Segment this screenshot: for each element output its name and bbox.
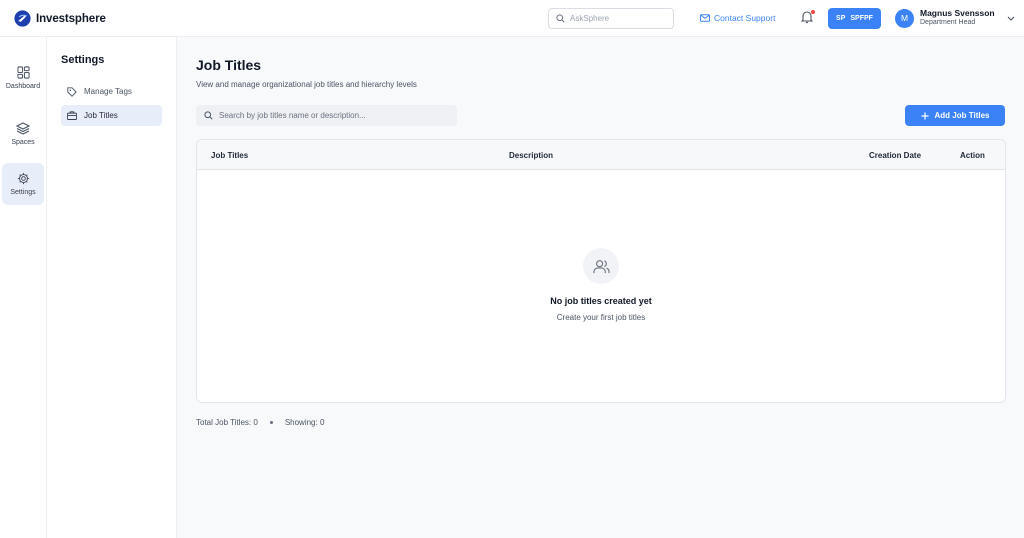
settings-item-label: Manage Tags: [84, 87, 132, 96]
showing-count: Showing: 0: [284, 418, 325, 427]
notification-dot: [811, 10, 815, 14]
rail-item-settings[interactable]: Settings: [2, 163, 44, 205]
job-titles-table: Job Titles Description Creation Date Act…: [196, 139, 1006, 403]
settings-title: Settings: [61, 54, 105, 66]
settings-item-label: Job Titles: [84, 111, 118, 120]
nav-rail: Dashboard Spaces Settings: [0, 37, 47, 538]
rail-label-dashboard: Dashboard: [5, 83, 41, 90]
grid-icon: [16, 66, 30, 79]
search-icon: [204, 111, 213, 120]
space-switcher-button[interactable]: SP SPFPF: [828, 8, 881, 29]
brand[interactable]: Investsphere: [14, 10, 106, 27]
main-content: Job Titles View and manage organizationa…: [177, 37, 1024, 538]
add-job-titles-button[interactable]: Add Job Titles: [905, 105, 1005, 126]
user-menu[interactable]: M Magnus Svensson Department Head: [895, 8, 1015, 28]
contact-support-label: Contact Support: [714, 13, 776, 23]
table-header: Job Titles Description Creation Date Act…: [197, 140, 1005, 170]
briefcase-icon: [67, 111, 77, 120]
rail-label-spaces: Spaces: [11, 139, 35, 146]
empty-state-subtitle: Create your first job titles: [556, 313, 646, 322]
tag-icon: [67, 86, 77, 97]
job-titles-search-input[interactable]: [219, 111, 454, 120]
user-role: Department Head: [920, 19, 976, 26]
settings-item-job-titles[interactable]: Job Titles: [61, 105, 162, 126]
column-header-job-titles[interactable]: Job Titles: [211, 151, 248, 160]
search-icon: [556, 14, 565, 23]
page-title: Job Titles: [196, 57, 262, 73]
separator-dot: [269, 421, 273, 424]
notifications-button[interactable]: [800, 10, 815, 25]
empty-state-title: No job titles created yet: [550, 296, 652, 306]
page-subtitle: View and manage organizational job title…: [196, 80, 417, 89]
contact-support-link[interactable]: Contact Support: [700, 13, 775, 23]
ask-sphere-input[interactable]: [570, 14, 666, 23]
top-bar: Investsphere Contact Support SP SPFPF M …: [0, 0, 1024, 37]
empty-state: No job titles created yet Create your fi…: [197, 248, 1005, 322]
rail-label-settings: Settings: [10, 189, 36, 196]
app-name: Investsphere: [36, 12, 106, 25]
users-icon: [592, 259, 610, 273]
user-name: Magnus Svensson: [920, 8, 995, 18]
total-job-titles: Total Job Titles: 0: [196, 418, 258, 427]
gear-icon: [17, 172, 29, 185]
empty-state-icon-wrap: [583, 248, 619, 284]
avatar: M: [895, 8, 914, 28]
rail-item-dashboard[interactable]: Dashboard: [2, 57, 44, 99]
space-code: SP: [836, 15, 846, 22]
rail-item-spaces[interactable]: Spaces: [2, 113, 44, 155]
layers-icon: [16, 122, 30, 135]
ask-sphere-search[interactable]: [548, 8, 674, 29]
space-name: SPFPF: [850, 15, 873, 22]
chevron-down-icon: [1007, 16, 1015, 21]
column-header-description[interactable]: Description: [509, 151, 553, 160]
plus-icon: [921, 112, 929, 119]
job-titles-search[interactable]: [196, 105, 457, 126]
settings-panel: Settings Manage Tags Job Titles: [47, 37, 177, 538]
table-footer: Total Job Titles: 0 Showing: 0: [196, 418, 324, 427]
settings-item-manage-tags[interactable]: Manage Tags: [61, 81, 162, 102]
column-header-action: Action: [960, 151, 985, 160]
mail-icon: [700, 14, 710, 22]
column-header-creation-date[interactable]: Creation Date: [869, 151, 921, 160]
logo-icon: [14, 10, 31, 27]
add-job-titles-label: Add Job Titles: [934, 111, 990, 120]
